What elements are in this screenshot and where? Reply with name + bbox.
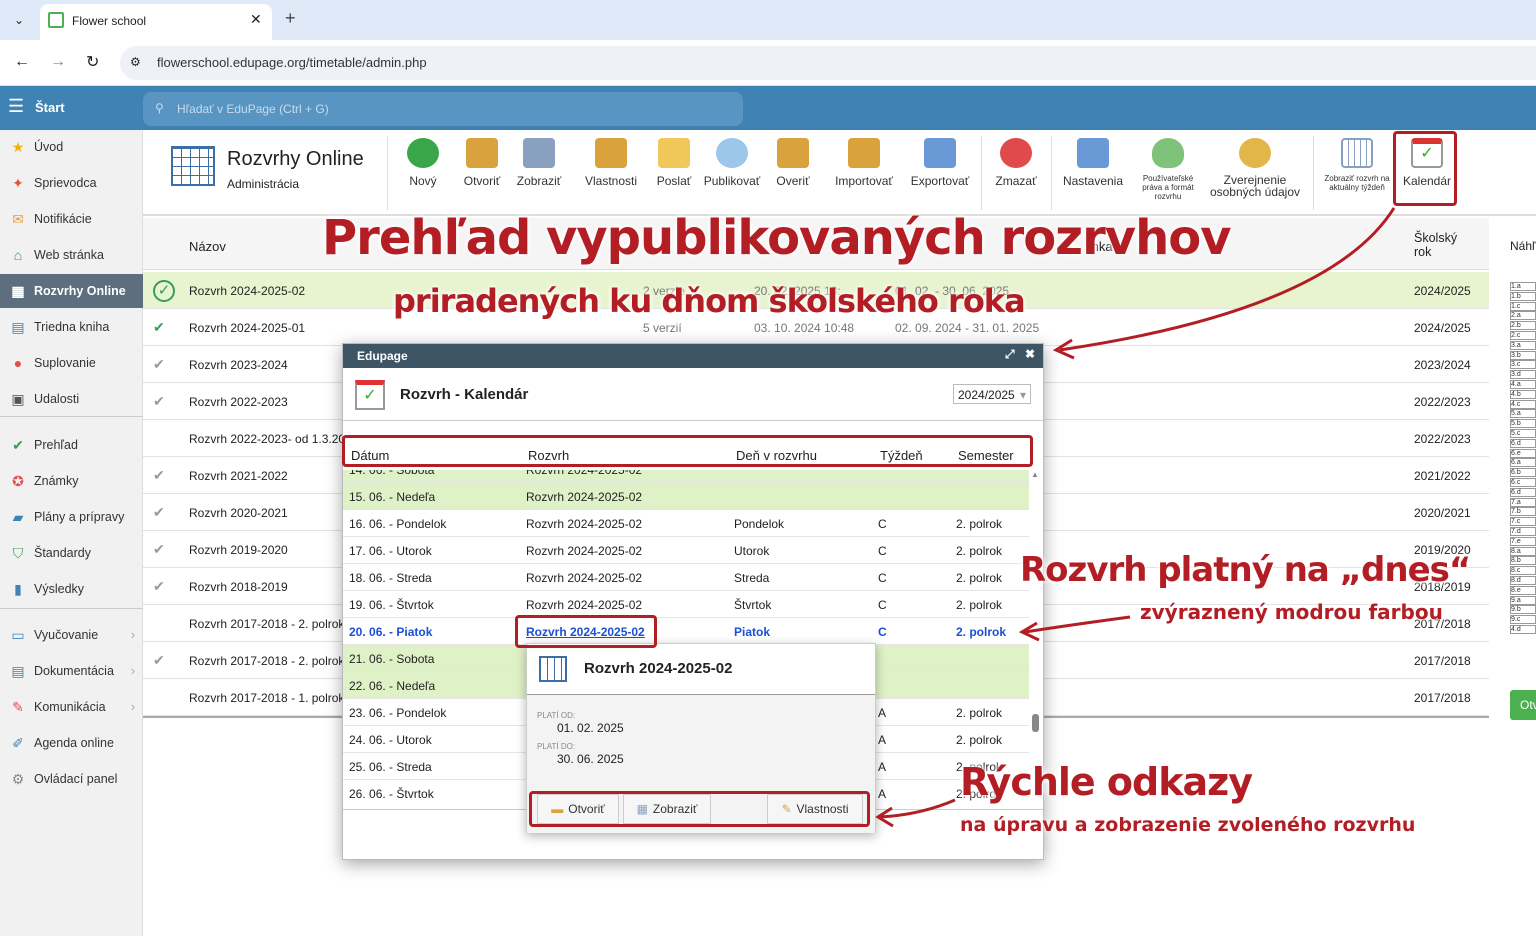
annotation-today: Rozvrh platný na „dnes“ bbox=[1020, 550, 1471, 590]
annotation-arrows bbox=[875, 207, 1396, 828]
arrow-today bbox=[1024, 615, 1131, 634]
annotation-quick-sub: na úpravu a zobrazenie zvoleného rozvrhu bbox=[960, 814, 1416, 836]
annotation-title: Prehľad vypublikovaných rozrvhov bbox=[322, 210, 1231, 266]
annotation-subtitle: priradených ku dňom školského roka bbox=[393, 282, 1026, 320]
annotation-quick: Rýchle odkazy bbox=[960, 760, 1253, 804]
annotation-today-sub: zvýraznený modrou farbou bbox=[1140, 600, 1443, 624]
